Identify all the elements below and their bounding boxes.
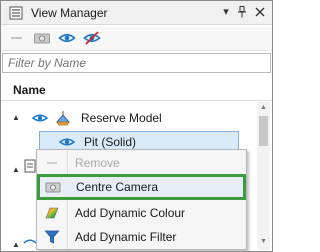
scroll-thumb[interactable] — [259, 116, 268, 146]
collapse-icon[interactable]: ▲ — [12, 165, 20, 174]
block-model-icon — [55, 111, 71, 126]
menu-item-add-dynamic-colour[interactable]: Add Dynamic Colour — [38, 201, 245, 225]
colour-palette-icon — [45, 207, 59, 219]
column-header-name[interactable]: Name — [1, 79, 272, 101]
context-menu: Remove Centre Camera Add Dynamic Colour … — [36, 149, 247, 250]
layer-icon — [24, 159, 36, 173]
scroll-up-icon[interactable]: ▲ — [259, 104, 268, 112]
camera-icon — [45, 182, 61, 193]
collapse-icon[interactable]: ▲ — [12, 113, 20, 122]
tree-row-label: Pit (Solid) — [84, 135, 137, 149]
camera-icon[interactable] — [33, 30, 51, 46]
eye-icon[interactable] — [58, 30, 76, 46]
eye-icon[interactable] — [59, 136, 75, 148]
menu-item-remove[interactable]: Remove — [38, 151, 245, 175]
eye-hidden-icon[interactable] — [83, 30, 101, 46]
eye-icon[interactable] — [32, 112, 48, 124]
menu-item-label: Add Dynamic Filter — [75, 230, 177, 244]
menu-item-add-dynamic-filter[interactable]: Add Dynamic Filter — [38, 225, 245, 249]
tree-row-reserve-model[interactable]: ▲ Reserve Model — [1, 107, 256, 129]
menu-item-label: Add Dynamic Colour — [75, 206, 186, 220]
title-bar: View Manager ▾ — [1, 1, 272, 25]
menu-item-centre-camera[interactable]: Centre Camera — [37, 174, 246, 200]
menu-item-label: Remove — [75, 156, 120, 170]
remove-icon[interactable] — [8, 30, 26, 46]
dropdown-icon[interactable]: ▾ — [219, 4, 233, 20]
remove-icon — [47, 162, 57, 164]
vertical-scrollbar[interactable]: ▲ ▼ — [257, 102, 270, 250]
close-icon[interactable] — [255, 7, 265, 17]
pin-icon[interactable] — [237, 6, 247, 18]
filter-input[interactable] — [2, 53, 271, 73]
scroll-down-icon[interactable]: ▼ — [259, 238, 268, 246]
toolbar — [1, 26, 272, 51]
collapse-icon[interactable]: ▲ — [12, 240, 20, 249]
view-manager-icon — [9, 6, 23, 20]
eye-icon[interactable] — [23, 237, 37, 249]
funnel-icon — [44, 230, 60, 244]
tree-row-label: Reserve Model — [81, 111, 162, 125]
column-header-label: Name — [13, 83, 46, 97]
window-title: View Manager — [31, 6, 108, 20]
menu-item-label: Centre Camera — [76, 180, 159, 194]
view-manager-panel: View Manager ▾ Filter by Name Name ▲ Res… — [0, 0, 273, 252]
